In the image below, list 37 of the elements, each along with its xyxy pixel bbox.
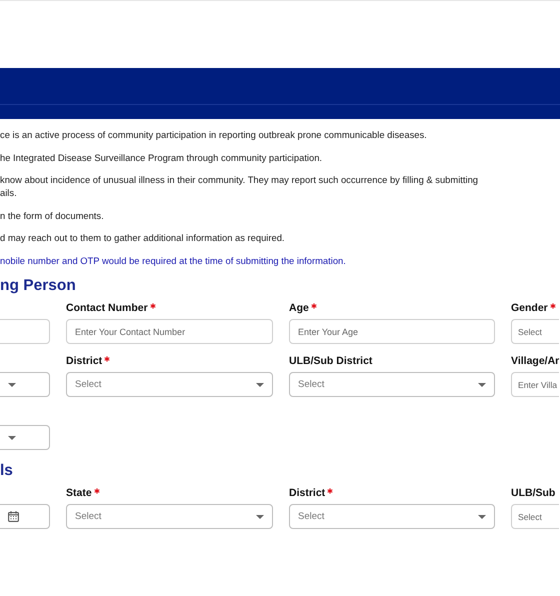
- caret-icon: [8, 382, 16, 386]
- field-label: Village/Ar: [511, 355, 560, 368]
- input-field[interactable]: Select: [511, 319, 559, 344]
- section-heading: ls: [0, 461, 14, 481]
- select-field[interactable]: Select: [289, 372, 495, 397]
- caret-icon: [8, 436, 16, 440]
- notice-text: nobile number and OTP would be required at the time of submitting the information.: [0, 254, 347, 266]
- select-field[interactable]: [0, 425, 50, 450]
- caret-icon: [256, 382, 264, 386]
- field-label: District: [289, 487, 326, 500]
- select-field[interactable]: Select: [66, 372, 273, 397]
- field-label: Age: [289, 302, 309, 315]
- caret-icon: [256, 514, 264, 518]
- input-field[interactable]: Enter Your Contact Number: [66, 319, 273, 344]
- paragraph: d may reach out to them to gather additional information as required.: [0, 231, 286, 244]
- calendar-icon: [8, 511, 19, 522]
- paragraph: ce is an active process of community participation in reporting outbreak prone communicable diseases.: [0, 128, 428, 141]
- input-field[interactable]: Enter Your Age: [289, 319, 495, 344]
- paragraph: n the form of documents.: [0, 208, 105, 222]
- select-field[interactable]: Select: [66, 504, 273, 529]
- field-label: ULB/Sub: [511, 487, 556, 500]
- select-field[interactable]: Select: [289, 504, 495, 529]
- input-field[interactable]: [0, 319, 50, 344]
- paragraph: know about incidence of unusual illness in their community. They may report such occurrence by filling & submitting ails.: [0, 173, 480, 199]
- select-field[interactable]: [0, 372, 50, 397]
- field-label: ULB/Sub District: [289, 355, 372, 368]
- field-label: State: [66, 487, 92, 500]
- input-field[interactable]: Select: [511, 504, 559, 529]
- field-label: District: [66, 355, 102, 368]
- input-field[interactable]: Enter Villa: [511, 372, 559, 397]
- field-label: Contact Number: [66, 302, 148, 315]
- field-label: Gender: [511, 302, 548, 315]
- date-field[interactable]: [0, 504, 50, 529]
- paragraph: he Integrated Disease Surveillance Program through community participation.: [0, 150, 324, 164]
- section-heading: ng Person: [0, 276, 77, 296]
- caret-icon: [478, 514, 486, 518]
- caret-icon: [478, 382, 486, 386]
